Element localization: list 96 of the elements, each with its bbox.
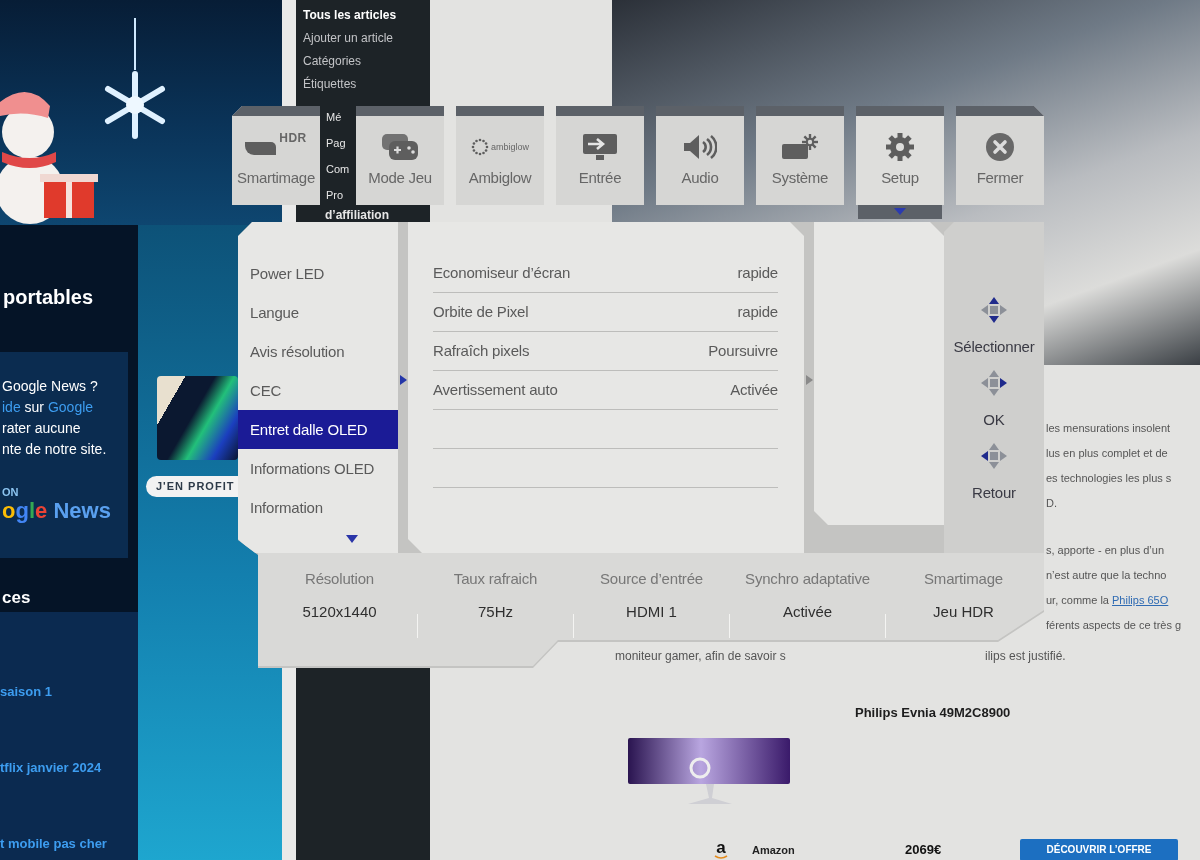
setting-label: Avertissement auto (433, 379, 558, 400)
arrow-right-icon (805, 375, 813, 385)
menu-item[interactable]: Information (238, 488, 398, 527)
key-label: OK (983, 411, 1005, 429)
article-link[interactable]: saison 1 (0, 683, 53, 701)
section-heading: portables (3, 285, 94, 309)
article-text: es technologies les plus s (1046, 471, 1172, 486)
screen-gear-icon (781, 133, 819, 161)
status-value: Activée (782, 603, 833, 621)
status-label: Taux rafraich (453, 570, 538, 588)
scroll-down-icon[interactable] (346, 535, 358, 543)
speaker-icon (683, 133, 717, 161)
status-label: Synchro adaptative (745, 570, 870, 588)
menu-tab[interactable]: Fermer (956, 106, 1044, 205)
article-link[interactable]: t mobile pas cher (0, 835, 107, 853)
offer-button[interactable]: J'EN PROFIT (146, 476, 238, 497)
sidebar-link[interactable]: Étiquettes (296, 73, 357, 96)
article-text: férents aspects de ce très g (1046, 618, 1182, 633)
article-text: moniteur gamer, afin de savoir s (615, 648, 786, 664)
setting-label: Rafraîch pixels (433, 340, 530, 361)
section-heading: ces (2, 588, 31, 608)
menu-tab[interactable]: Audio (656, 106, 744, 205)
dpad-icon (980, 296, 1008, 324)
arrow-right-icon (399, 375, 407, 385)
setting-label: Economiseur d’écran (433, 262, 571, 283)
close-icon (985, 132, 1015, 162)
menu-item[interactable]: Avis résolution (238, 332, 398, 371)
setting-row[interactable]: Rafraîch pixels Poursuivre (433, 332, 778, 371)
snowflake-ornament-icon (102, 18, 168, 140)
setting-label: Orbite de Pixel (433, 301, 529, 322)
article-text: ur, comme la Philips 65O (1046, 593, 1169, 608)
screen-shape-icon (245, 139, 278, 155)
text-link[interactable]: Google (47, 399, 94, 415)
setting-row[interactable]: Avertissement auto Activée (433, 371, 778, 410)
product-title: Philips Evnia 49M2C8900 (855, 705, 1011, 721)
menu-tab[interactable]: Setup (856, 106, 944, 205)
sidebar-link[interactable]: Ajouter un article (296, 27, 394, 50)
sidebar-link[interactable]: Com (326, 156, 350, 182)
menu-item[interactable]: Power LED (238, 254, 398, 293)
sidebar-link[interactable]: d’affiliation (325, 208, 389, 222)
status-value: 75Hz (478, 603, 513, 621)
text-link[interactable]: Philips 65O (1112, 594, 1169, 606)
offer-button[interactable]: DÉCOUVRIR L’OFFRE (1020, 839, 1178, 860)
menu-tab[interactable]: Système (756, 106, 844, 205)
setting-value: rapide (737, 262, 778, 283)
promo-text: rater aucune (2, 419, 81, 438)
menu-item[interactable]: Informations OLED (238, 449, 398, 488)
status-value: HDMI 1 (626, 603, 677, 621)
menu-tab[interactable]: ambiglow Ambiglow (456, 106, 544, 205)
sidebar-link[interactable]: Pag (326, 130, 346, 156)
dotted-ring-icon (471, 138, 489, 156)
dpad-icon (980, 442, 1008, 470)
setting-row[interactable]: Economiseur d’écran rapide (433, 254, 778, 293)
sidebar-link[interactable]: Catégories (296, 50, 362, 73)
article-text: n’est autre que la techno (1046, 568, 1167, 583)
article-text: D. (1046, 496, 1057, 511)
menu-item[interactable]: Entret dalle OLED (238, 410, 398, 449)
article-text: ilips est justifié. (985, 648, 1066, 664)
text-link[interactable]: ide (2, 399, 21, 415)
badge-caption: ON (2, 486, 19, 499)
promo-text: nte de notre site. (2, 440, 107, 459)
key-label: Retour (972, 484, 1016, 502)
icon-text: ambiglow (491, 141, 529, 153)
icon-text: HDR (279, 132, 307, 144)
status-label: Résolution (305, 570, 374, 588)
article-link[interactable]: tflix janvier 2024 (0, 759, 102, 777)
settings-icon (885, 132, 915, 162)
menu-item[interactable]: CEC (238, 371, 398, 410)
status-label: Source d’entrée (600, 570, 703, 588)
status-value: 5120x1440 (302, 603, 377, 621)
promo-text: ide sur Google (2, 398, 94, 417)
price: 2069€ (905, 841, 942, 860)
menu-tab[interactable]: HDR Smartimage (232, 106, 320, 205)
article-text: lus en plus complet et de (1046, 446, 1168, 461)
setting-value: Activée (730, 379, 778, 400)
menu-tab[interactable]: Mode Jeu (356, 106, 444, 205)
key-label: Sélectionner (953, 338, 1035, 356)
status-label: Smartimage (924, 570, 1003, 588)
store-logo[interactable]: a (714, 840, 728, 860)
news-wordmark[interactable]: ogle News (2, 499, 111, 523)
article-text: les mensurations insolent (1046, 421, 1171, 436)
sidebar-link[interactable]: Mé (326, 104, 342, 130)
setting-row[interactable]: Orbite de Pixel rapide (433, 293, 778, 332)
sidebar-link[interactable]: Tous les articles (296, 4, 397, 27)
setting-value: Poursuivre (708, 340, 778, 361)
menu-item[interactable]: Langue (238, 293, 398, 332)
promo-text: Google News ? (2, 377, 98, 396)
dpad-icon (980, 369, 1008, 397)
menu-tab[interactable]: Entrée (556, 106, 644, 205)
store-name: Amazon (752, 842, 795, 858)
sidebar-link[interactable]: Pro (326, 182, 344, 208)
setting-value: rapide (737, 301, 778, 322)
status-value: Jeu HDR (933, 603, 994, 621)
article-text: s, apporte - en plus d’un (1046, 543, 1165, 558)
gamepad-icon (380, 133, 420, 161)
monitor-arrow-icon (582, 133, 618, 161)
